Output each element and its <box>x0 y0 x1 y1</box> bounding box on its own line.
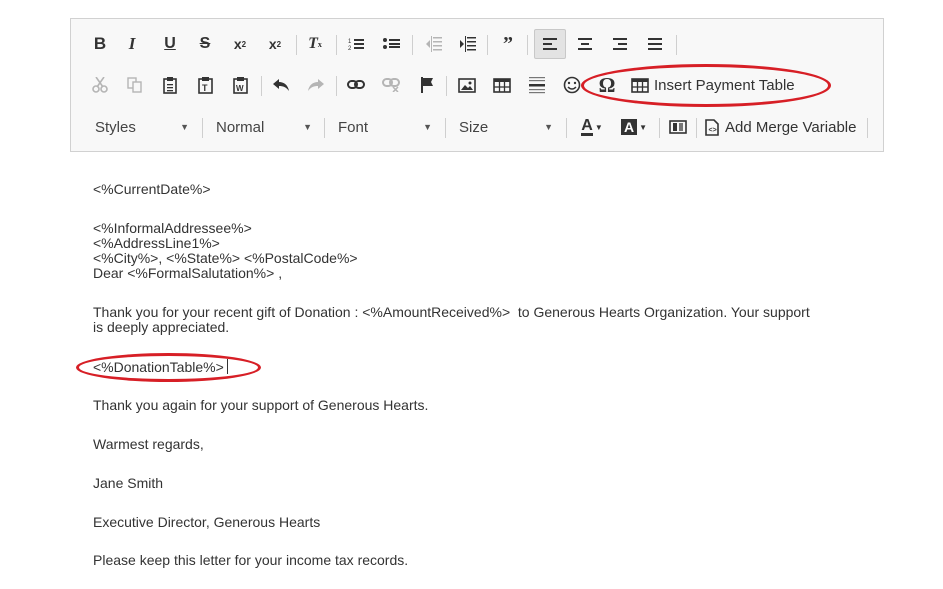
chevron-down-icon: ▼ <box>423 122 432 132</box>
decrease-indent-icon[interactable] <box>420 31 446 57</box>
subscript-icon[interactable]: x2 <box>227 31 253 57</box>
svg-text:<>: <> <box>709 127 717 134</box>
paste-icon[interactable] <box>158 72 184 98</box>
underline-icon[interactable]: U <box>157 31 183 57</box>
salutation-line: Dear <%FormalSalutation%> , <box>93 265 283 281</box>
background-color-icon: A <box>620 119 638 135</box>
font-dropdown[interactable]: Font ▼ <box>338 114 432 140</box>
smiley-icon[interactable] <box>559 72 585 98</box>
superscript-icon[interactable]: x2 <box>262 31 288 57</box>
align-left-icon[interactable] <box>534 29 566 59</box>
align-right-icon[interactable] <box>607 31 633 57</box>
numbered-list-icon[interactable]: 12 <box>343 31 369 57</box>
text-color-icon: A <box>581 117 593 136</box>
styles-dropdown-label: Styles <box>95 118 136 136</box>
add-merge-variable-label: Add Merge Variable <box>725 118 857 136</box>
thanks-again-line: Thank you again for your support of Gene… <box>93 397 429 413</box>
text-cursor <box>226 359 228 374</box>
footer-note: Please keep this letter for your income … <box>93 552 409 568</box>
paste-text-icon[interactable]: T <box>193 72 219 98</box>
format-dropdown[interactable]: Normal ▼ <box>216 114 312 140</box>
svg-text:1: 1 <box>348 39 352 45</box>
link-icon[interactable] <box>343 72 369 98</box>
insert-payment-table-label: Insert Payment Table <box>654 76 795 94</box>
align-center-icon[interactable] <box>572 31 598 57</box>
anchor-flag-icon[interactable] <box>414 72 440 98</box>
justify-icon[interactable] <box>642 31 668 57</box>
increase-indent-icon[interactable] <box>454 31 480 57</box>
text-color-button[interactable]: A ▼ <box>577 114 607 140</box>
format-dropdown-label: Normal <box>216 118 265 136</box>
closing-line: Warmest regards, <box>93 436 204 452</box>
add-merge-variable-button[interactable]: <> Add Merge Variable <box>705 114 856 140</box>
insert-payment-table-button[interactable]: Insert Payment Table <box>631 72 795 98</box>
chevron-down-icon: ▼ <box>544 122 553 132</box>
merge-variable-icon: <> <box>705 118 719 136</box>
unlink-icon[interactable] <box>378 72 404 98</box>
donation-table-merge-field: <%DonationTable%> <box>93 359 228 375</box>
special-char-icon[interactable]: Ω <box>594 72 620 98</box>
redo-icon[interactable] <box>303 72 329 98</box>
svg-text:T: T <box>202 83 208 93</box>
remove-format-icon[interactable]: Tx <box>302 31 328 57</box>
bulleted-list-icon[interactable] <box>378 31 404 57</box>
chevron-down-icon: ▼ <box>594 122 603 132</box>
chevron-down-icon: ▼ <box>180 122 189 132</box>
signer-title: Executive Director, Generous Hearts <box>93 514 321 530</box>
show-blocks-icon[interactable] <box>665 114 691 140</box>
editor-toolbar: B I U S x2 x2 Tx 12 ” T W Ω Insert Payme… <box>70 18 884 152</box>
donation-table-text: <%DonationTable%> <box>93 359 224 375</box>
blockquote-icon[interactable]: ” <box>495 31 521 57</box>
undo-icon[interactable] <box>268 72 294 98</box>
current-date-merge-field: <%CurrentDate%> <box>93 181 211 197</box>
size-dropdown[interactable]: Size ▼ <box>459 114 553 140</box>
thanks-paragraph-line1: Thank you for your recent gift of Donati… <box>93 304 810 320</box>
size-dropdown-label: Size <box>459 118 489 136</box>
image-icon[interactable] <box>454 72 480 98</box>
cut-icon[interactable] <box>87 72 113 98</box>
table-icon[interactable] <box>489 72 515 98</box>
font-dropdown-label: Font <box>338 118 369 136</box>
paste-word-icon[interactable]: W <box>228 72 254 98</box>
table-icon <box>631 77 649 93</box>
styles-dropdown[interactable]: Styles ▼ <box>95 114 189 140</box>
horizontal-line-icon[interactable] <box>524 72 550 98</box>
italic-icon[interactable]: I <box>119 31 145 57</box>
bold-icon[interactable]: B <box>87 31 113 57</box>
svg-text:W: W <box>236 84 244 93</box>
toolbar-row-insert: T W Ω Insert Payment Table <box>71 72 885 102</box>
svg-text:2: 2 <box>348 46 352 51</box>
signer-name: Jane Smith <box>93 475 164 491</box>
strikethrough-icon[interactable]: S <box>192 31 218 57</box>
toolbar-row-formatting: B I U S x2 x2 Tx 12 ” <box>71 29 885 61</box>
address-line1-merge-field: <%AddressLine1%> <box>93 235 220 251</box>
city-state-postal-merge-field: <%City%>, <%State%> <%PostalCode%> <box>93 250 358 266</box>
chevron-down-icon: ▼ <box>639 122 648 132</box>
copy-icon[interactable] <box>122 72 148 98</box>
chevron-down-icon: ▼ <box>303 122 312 132</box>
background-color-button[interactable]: A ▼ <box>618 114 650 140</box>
addressee-merge-field: <%InformalAddressee%> <box>93 220 252 236</box>
toolbar-row-styles: Styles ▼ Normal ▼ Font ▼ Size ▼ A ▼ A ▼ <box>71 114 885 144</box>
thanks-paragraph-line2: is deeply appreciated. <box>93 319 230 335</box>
